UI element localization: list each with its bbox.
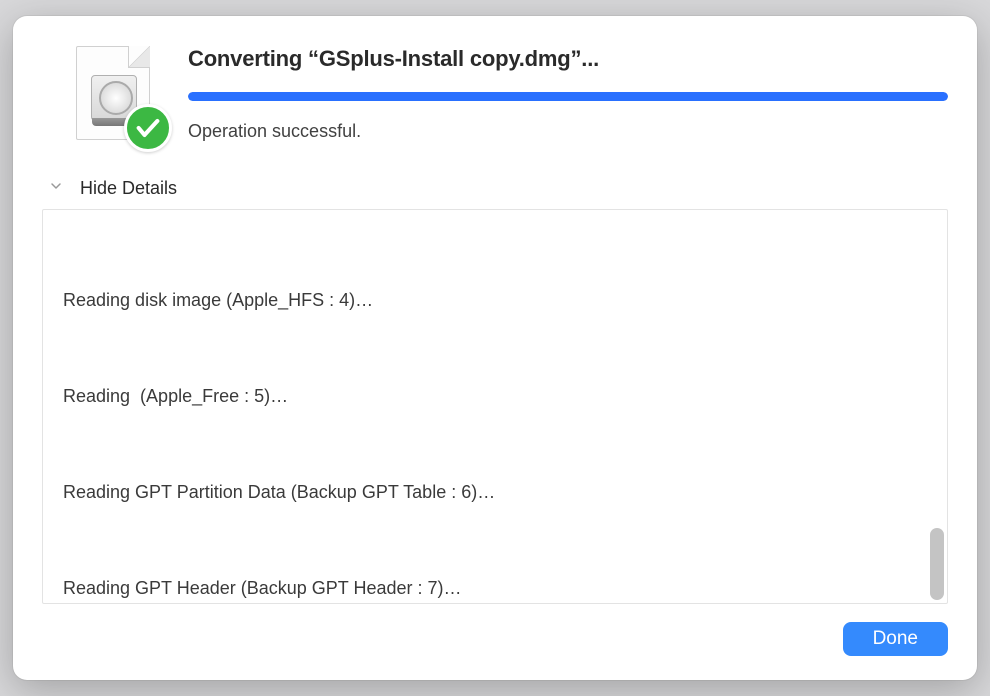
disk-image-success-icon (76, 46, 162, 146)
details-log-content: Reading disk image (Apple_HFS : 4)… Read… (63, 220, 927, 604)
done-button[interactable]: Done (843, 622, 948, 656)
log-line: Reading GPT Header (Backup GPT Header : … (63, 572, 927, 604)
chevron-down-icon (48, 178, 64, 199)
log-line: Reading GPT Partition Data (Backup GPT T… (63, 476, 927, 508)
dialog-header: Converting “GSplus-Install copy.dmg”... … (42, 46, 948, 146)
convert-progress-dialog: Converting “GSplus-Install copy.dmg”... … (13, 16, 977, 680)
log-line: Reading disk image (Apple_HFS : 4)… (63, 284, 927, 316)
status-text: Operation successful. (188, 121, 948, 142)
details-toggle[interactable]: Hide Details (42, 178, 948, 199)
log-line: Reading (Apple_Free : 5)… (63, 380, 927, 412)
details-toggle-label: Hide Details (80, 178, 177, 199)
details-log-box[interactable]: Reading disk image (Apple_HFS : 4)… Read… (42, 209, 948, 604)
scrollbar-thumb[interactable] (930, 528, 944, 600)
button-row: Done (42, 622, 948, 656)
progress-bar (188, 92, 948, 101)
scrollbar[interactable] (930, 213, 944, 600)
checkmark-icon (124, 104, 172, 152)
progress-fill (188, 92, 948, 101)
header-text-block: Converting “GSplus-Install copy.dmg”... … (188, 46, 948, 142)
dialog-title: Converting “GSplus-Install copy.dmg”... (188, 46, 948, 72)
